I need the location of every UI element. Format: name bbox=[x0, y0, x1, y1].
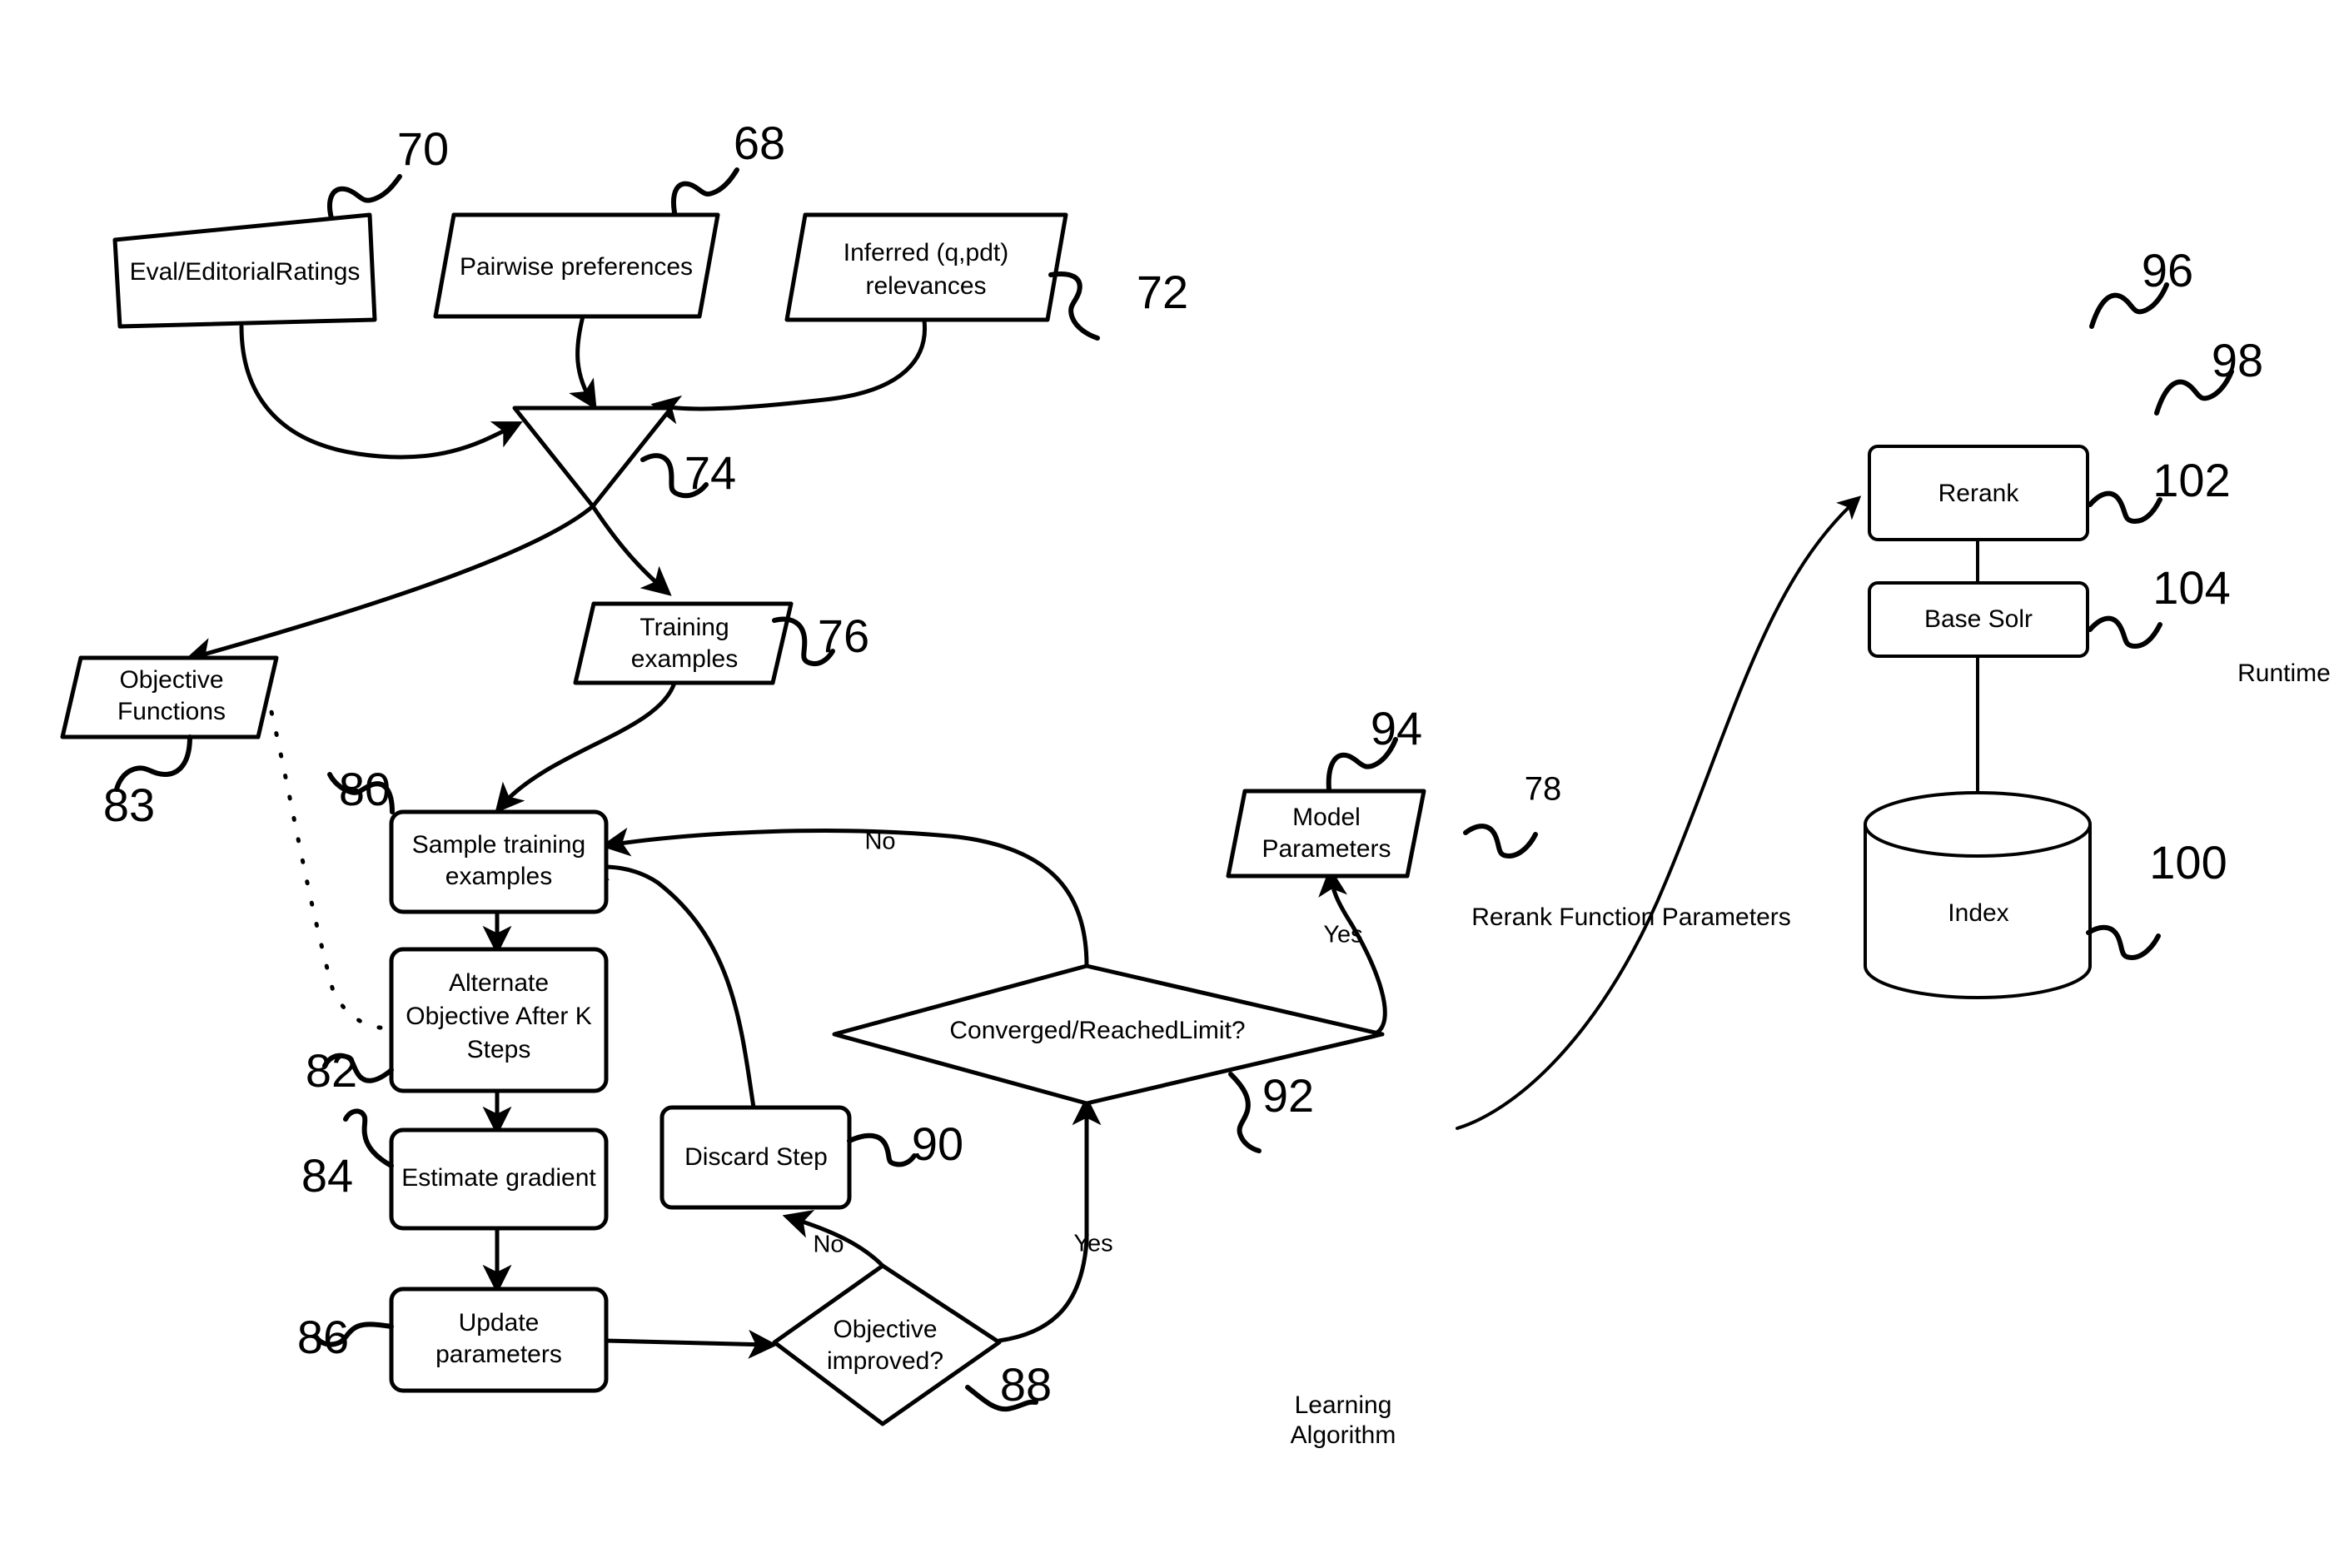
label-update-parameters-line2: parameters bbox=[435, 1341, 562, 1368]
edge-merge-to-objective bbox=[184, 504, 595, 666]
edge-eval-to-merge bbox=[239, 324, 523, 460]
ref-num-94: 94 bbox=[1371, 702, 1422, 754]
label-sample-training-line2: examples bbox=[445, 863, 552, 890]
ref-num-86: 86 bbox=[297, 1311, 349, 1363]
label-alternate-line1: Alternate bbox=[449, 969, 549, 997]
leader-68 bbox=[671, 167, 739, 215]
label-alternate-line3: Steps bbox=[467, 1036, 531, 1063]
edge-improved-yes-to-converged bbox=[997, 1096, 1102, 1343]
ref-num-68: 68 bbox=[734, 117, 785, 169]
node-inferred-relevances[interactable] bbox=[784, 212, 1068, 322]
ref-num-78: 78 bbox=[1525, 771, 1562, 808]
ref-num-104: 104 bbox=[2152, 561, 2230, 614]
leader-70 bbox=[327, 174, 402, 221]
label-training-examples-line2: examples bbox=[631, 645, 738, 673]
edge-label-converged-yes: Yes bbox=[1323, 922, 1362, 948]
ref-num-74: 74 bbox=[684, 446, 736, 499]
ref-num-92: 92 bbox=[1262, 1069, 1314, 1122]
label-base-solr: Base Solr bbox=[1924, 605, 2033, 633]
edge-model-to-rerank bbox=[1456, 495, 1862, 1130]
leader-92 bbox=[1228, 1072, 1262, 1153]
label-objective-functions-line2: Functions bbox=[117, 698, 226, 725]
label-model-parameters-line2: Parameters bbox=[1262, 835, 1391, 863]
ref-num-100: 100 bbox=[2149, 836, 2227, 889]
ref-num-82: 82 bbox=[306, 1044, 357, 1097]
label-training-examples-line1: Training bbox=[640, 614, 729, 641]
label-inferred-relevances-line1: Inferred (q,pdt) bbox=[844, 239, 1008, 266]
leader-104 bbox=[2088, 615, 2162, 650]
edge-training-to-sample bbox=[495, 680, 677, 814]
leader-90 bbox=[847, 1132, 917, 1167]
leader-72 bbox=[1048, 271, 1100, 341]
ref-num-90: 90 bbox=[912, 1118, 963, 1170]
edge-label-improved-no: No bbox=[813, 1232, 844, 1258]
label-objective-functions-line1: Objective bbox=[119, 666, 223, 694]
label-rerank: Rerank bbox=[1938, 480, 2020, 507]
edge-inferred-to-merge bbox=[650, 318, 928, 425]
leader-78 bbox=[1463, 824, 1538, 859]
edge-discard-to-sample bbox=[580, 851, 756, 1110]
label-estimate-gradient: Estimate gradient bbox=[401, 1164, 596, 1192]
edge-converged-no-to-sample bbox=[600, 827, 1089, 968]
flowchart-svg: Eval/EditorialRatings Pairwise preferenc… bbox=[60, 117, 2331, 1449]
edge-update-to-improved bbox=[603, 1329, 778, 1359]
annotation-runtime: Runtime bbox=[2237, 660, 2331, 687]
annotation-learning-algorithm-line1: Learning bbox=[1295, 1391, 1392, 1419]
ref-num-70: 70 bbox=[397, 122, 449, 175]
label-model-parameters-line1: Model bbox=[1292, 804, 1361, 831]
label-objective-improved-line2: improved? bbox=[827, 1347, 943, 1375]
ref-num-98: 98 bbox=[2212, 334, 2263, 386]
edge-label-improved-yes: Yes bbox=[1073, 1231, 1112, 1257]
label-sample-training-line1: Sample training bbox=[412, 831, 585, 859]
label-eval-editorial-ratings: Eval/EditorialRatings bbox=[130, 258, 361, 286]
ref-num-96: 96 bbox=[2142, 244, 2193, 296]
label-objective-improved-line1: Objective bbox=[833, 1316, 937, 1343]
label-inferred-relevances-line2: relevances bbox=[865, 272, 986, 300]
edge-converged-yes-to-model bbox=[1318, 867, 1387, 1037]
annotation-learning-algorithm-line2: Algorithm bbox=[1291, 1421, 1396, 1449]
edge-merge-to-training bbox=[590, 504, 672, 596]
diagram-canvas: Eval/EditorialRatings Pairwise preferenc… bbox=[0, 0, 2349, 1568]
edge-objective-to-alternate-dotted bbox=[264, 689, 394, 1031]
ref-num-76: 76 bbox=[818, 610, 869, 662]
label-update-parameters-line1: Update bbox=[459, 1309, 540, 1337]
edge-pairwise-to-merge bbox=[569, 314, 597, 411]
ref-num-80: 80 bbox=[339, 763, 391, 815]
edge-label-converged-no: No bbox=[864, 829, 895, 855]
label-pairwise-preferences: Pairwise preferences bbox=[460, 253, 693, 281]
node-objective-improved[interactable] bbox=[772, 1263, 1002, 1426]
ref-num-102: 102 bbox=[2152, 454, 2230, 506]
annotation-rerank-function-parameters: Rerank Function Parameters bbox=[1471, 903, 1791, 931]
ref-num-88: 88 bbox=[1000, 1358, 1052, 1411]
node-index[interactable] bbox=[1864, 791, 2092, 999]
ref-num-84: 84 bbox=[301, 1149, 353, 1202]
ref-num-72: 72 bbox=[1137, 266, 1188, 318]
leader-102 bbox=[2088, 490, 2162, 525]
label-converged-reached-limit: Converged/ReachedLimit? bbox=[949, 1017, 1245, 1044]
ref-num-83: 83 bbox=[103, 779, 155, 831]
label-alternate-line2: Objective After K bbox=[406, 1003, 591, 1030]
label-discard-step: Discard Step bbox=[684, 1143, 828, 1171]
label-index: Index bbox=[1948, 899, 2008, 927]
leader-100 bbox=[2086, 924, 2161, 961]
